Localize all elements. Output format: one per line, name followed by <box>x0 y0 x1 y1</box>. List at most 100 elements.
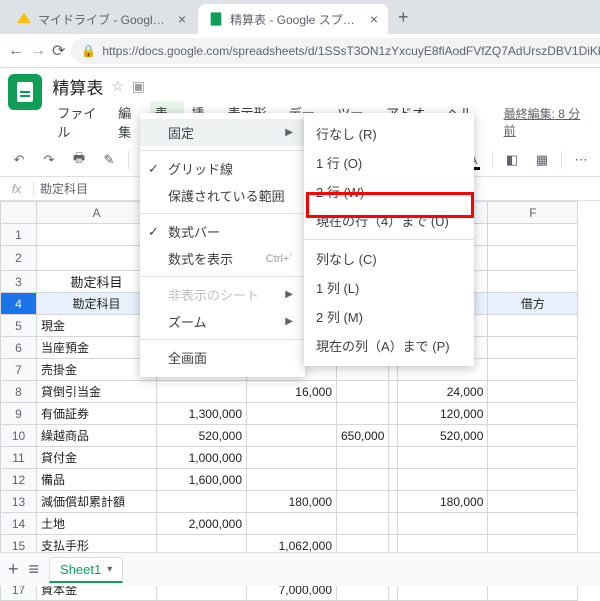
row-header[interactable]: 11 <box>1 447 37 469</box>
add-sheet-button[interactable]: + <box>8 559 19 580</box>
cell[interactable] <box>488 381 578 403</box>
cell[interactable]: 備品 <box>37 469 157 491</box>
cell[interactable] <box>337 491 389 513</box>
row-header[interactable]: 8 <box>1 381 37 403</box>
submenu-no-rows[interactable]: 行なし (R) <box>304 119 474 148</box>
forward-button[interactable]: → <box>30 42 46 60</box>
folder-icon[interactable]: ▣ <box>132 78 145 95</box>
cell[interactable] <box>488 447 578 469</box>
row-header[interactable]: 10 <box>1 425 37 447</box>
cell[interactable] <box>247 513 337 535</box>
cell[interactable] <box>337 513 389 535</box>
undo-button[interactable]: ↶ <box>6 147 32 173</box>
menu-item-gridlines[interactable]: ✓グリッド線 <box>140 155 305 182</box>
cell[interactable] <box>337 469 389 491</box>
menu-item-show-formulas[interactable]: 数式を表示Ctrl+` <box>140 245 305 272</box>
print-button[interactable]: 🖶 <box>66 147 92 173</box>
cell[interactable]: 16,000 <box>247 381 337 403</box>
cell[interactable] <box>488 337 578 359</box>
cell[interactable] <box>157 491 247 513</box>
menu-item-formula-bar[interactable]: ✓数式バー <box>140 218 305 245</box>
paint-format-button[interactable]: ✎ <box>96 147 122 173</box>
cell[interactable]: 180,000 <box>247 491 337 513</box>
cell[interactable] <box>247 447 337 469</box>
sheet-tab[interactable]: Sheet1▾ <box>49 557 123 583</box>
borders-button[interactable]: ▦ <box>529 147 555 173</box>
cell[interactable] <box>488 425 578 447</box>
row-header[interactable]: 7 <box>1 359 37 381</box>
row-header[interactable]: 13 <box>1 491 37 513</box>
cell[interactable] <box>488 403 578 425</box>
submenu-current-col[interactable]: 現在の列（A）まで (P) <box>304 331 474 360</box>
cell[interactable] <box>337 381 389 403</box>
all-sheets-button[interactable]: ≡ <box>29 559 40 580</box>
submenu-two-cols[interactable]: 2 列 (M) <box>304 302 474 331</box>
browser-tab-sheets[interactable]: 精算表 - Google スプレッドシート × <box>198 4 388 34</box>
back-button[interactable]: ← <box>8 42 24 60</box>
cell[interactable]: 24,000 <box>398 381 488 403</box>
menu-file[interactable]: ファイル <box>52 101 111 143</box>
doc-title[interactable]: 精算表 <box>52 74 103 99</box>
fx-input[interactable]: 勘定科目 <box>34 180 94 197</box>
reload-button[interactable]: ⟳ <box>52 41 65 61</box>
cell[interactable] <box>157 381 247 403</box>
cell[interactable]: 120,000 <box>398 403 488 425</box>
col-header[interactable]: F <box>488 202 578 224</box>
cell[interactable] <box>337 447 389 469</box>
cell[interactable]: 当座預金 <box>37 337 157 359</box>
cell[interactable]: 貸倒引当金 <box>37 381 157 403</box>
menu-item-fullscreen[interactable]: 全画面 <box>140 344 305 371</box>
cell[interactable]: 繰越商品 <box>37 425 157 447</box>
cell[interactable] <box>247 469 337 491</box>
cell[interactable] <box>488 513 578 535</box>
redo-button[interactable]: ↷ <box>36 147 62 173</box>
star-icon[interactable]: ☆ <box>111 78 124 95</box>
cell[interactable]: 売掛金 <box>37 359 157 381</box>
close-icon[interactable]: × <box>370 11 378 27</box>
menu-item-zoom[interactable]: ズーム▶ <box>140 308 305 335</box>
cell[interactable] <box>488 491 578 513</box>
more-icon[interactable]: ⋯ <box>568 147 594 173</box>
cell[interactable]: 180,000 <box>398 491 488 513</box>
row-header[interactable]: 5 <box>1 315 37 337</box>
cell[interactable]: 520,000 <box>398 425 488 447</box>
cell[interactable]: 減価償却累計額 <box>37 491 157 513</box>
cell[interactable] <box>488 359 578 381</box>
new-tab-button[interactable]: + <box>390 7 417 28</box>
row-header[interactable]: 12 <box>1 469 37 491</box>
cell[interactable]: 土地 <box>37 513 157 535</box>
submenu-no-cols[interactable]: 列なし (C) <box>304 244 474 273</box>
cell[interactable] <box>398 513 488 535</box>
cell[interactable] <box>247 403 337 425</box>
cell[interactable] <box>398 447 488 469</box>
cell[interactable]: 1,600,000 <box>157 469 247 491</box>
submenu-two-rows[interactable]: 2 行 (W) <box>304 177 474 206</box>
submenu-one-row[interactable]: 1 行 (O) <box>304 148 474 177</box>
cell[interactable] <box>488 469 578 491</box>
sheets-logo[interactable] <box>8 74 42 110</box>
row-header[interactable]: 14 <box>1 513 37 535</box>
cell[interactable]: 貸付金 <box>37 447 157 469</box>
cell[interactable]: 1,300,000 <box>157 403 247 425</box>
row-header[interactable]: 9 <box>1 403 37 425</box>
corner[interactable] <box>1 202 37 224</box>
cell[interactable]: 650,000 <box>337 425 389 447</box>
cell[interactable]: 有価証券 <box>37 403 157 425</box>
cell[interactable]: 現金 <box>37 315 157 337</box>
last-edit-link[interactable]: 最終編集: 8 分前 <box>499 103 592 141</box>
cell[interactable]: 2,000,000 <box>157 513 247 535</box>
menu-item-protected[interactable]: 保護されている範囲 <box>140 182 305 209</box>
close-icon[interactable]: × <box>178 11 186 27</box>
submenu-one-col[interactable]: 1 列 (L) <box>304 273 474 302</box>
menu-item-freeze[interactable]: 固定▶ <box>140 119 305 146</box>
fill-color-button[interactable]: ◧ <box>499 147 525 173</box>
col-header[interactable]: A <box>37 202 157 224</box>
row-header[interactable]: 6 <box>1 337 37 359</box>
url-input[interactable]: 🔒 https://docs.google.com/spreadsheets/d… <box>71 38 600 64</box>
submenu-current-row[interactable]: 現在の行（4）まで (U) <box>304 206 474 235</box>
browser-tab-drive[interactable]: マイドライブ - Google ドライブ × <box>6 4 196 34</box>
cell[interactable] <box>488 315 578 337</box>
cell[interactable] <box>337 403 389 425</box>
cell[interactable] <box>398 469 488 491</box>
cell[interactable]: 520,000 <box>157 425 247 447</box>
